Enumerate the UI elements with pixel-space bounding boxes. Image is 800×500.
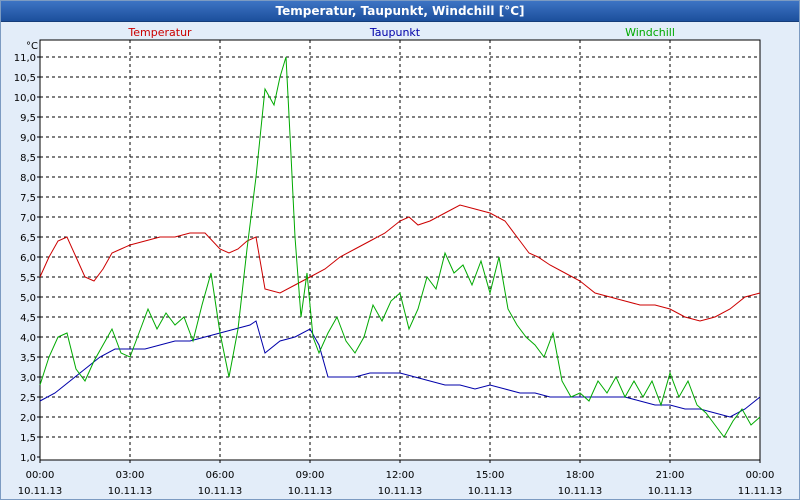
y-tick-label: 9,0 — [20, 133, 36, 144]
y-tick-label: 8,5 — [20, 153, 36, 164]
x-tick-date-label: 10.11.13 — [378, 486, 423, 497]
x-tick-time-label: 12:00 — [386, 470, 415, 481]
y-axis-label: °C — [26, 41, 38, 52]
y-tick-label: 2,0 — [20, 413, 36, 424]
x-tick-time-label: 09:00 — [296, 470, 325, 481]
x-tick-time-label: 00:00 — [26, 470, 55, 481]
x-tick-date-label: 10.11.13 — [198, 486, 243, 497]
y-tick-label: 10,5 — [14, 73, 36, 84]
x-tick-date-label: 10.11.13 — [288, 486, 333, 497]
y-tick-label: 6,5 — [20, 233, 36, 244]
y-tick-label: 3,0 — [20, 373, 36, 384]
y-tick-label: 6,0 — [20, 253, 36, 264]
x-tick-date-label: 10.11.13 — [18, 486, 63, 497]
x-tick-date-label: 10.11.13 — [468, 486, 513, 497]
x-tick-time-label: 03:00 — [116, 470, 145, 481]
legend-item-windchill: Windchill — [625, 26, 675, 39]
y-tick-label: 5,5 — [20, 273, 36, 284]
legend: Temperatur Taupunkt Windchill — [127, 26, 675, 39]
legend-item-taupunkt: Taupunkt — [369, 26, 421, 39]
y-tick-label: 2,5 — [20, 393, 36, 404]
x-tick-time-label: 06:00 — [206, 470, 235, 481]
x-tick-time-label: 15:00 — [476, 470, 505, 481]
y-tick-label: 11,0 — [14, 53, 36, 64]
x-tick-date-label: 10.11.13 — [648, 486, 693, 497]
x-tick-time-label: 00:00 — [746, 470, 775, 481]
x-tick-date-label: 11.11.13 — [738, 486, 783, 497]
y-tick-label: 5,0 — [20, 293, 36, 304]
y-tick-label: 9,5 — [20, 113, 36, 124]
y-tick-label: 1,0 — [20, 453, 36, 464]
legend-item-temperatur: Temperatur — [127, 26, 192, 39]
y-tick-label: 4,5 — [20, 313, 36, 324]
y-tick-label: 7,0 — [20, 213, 36, 224]
x-axis-ticks: 00:00 10.11.13 03:00 10.11.13 06:00 10.11.13 0… — [18, 460, 783, 497]
x-tick-date-label: 10.11.13 — [558, 486, 603, 497]
y-tick-label: 10,0 — [14, 93, 36, 104]
line-chart: 1,0 1,5 2,0 2,5 3,0 3,5 4,0 4,5 5,0 5,5 6,0 6,5 7,0 7… — [14, 26, 783, 497]
x-tick-time-label: 18:00 — [566, 470, 595, 481]
y-tick-label: 1,5 — [20, 433, 36, 444]
y-tick-label: 8,0 — [20, 173, 36, 184]
y-tick-label: 7,5 — [20, 193, 36, 204]
x-tick-date-label: 10.11.13 — [108, 486, 153, 497]
x-tick-time-label: 21:00 — [656, 470, 685, 481]
y-axis-ticks: 1,0 1,5 2,0 2,5 3,0 3,5 4,0 4,5 5,0 5,5 6,0 6,5 7,0 7… — [14, 53, 40, 464]
y-tick-label: 3,5 — [20, 353, 36, 364]
y-tick-label: 4,0 — [20, 333, 36, 344]
